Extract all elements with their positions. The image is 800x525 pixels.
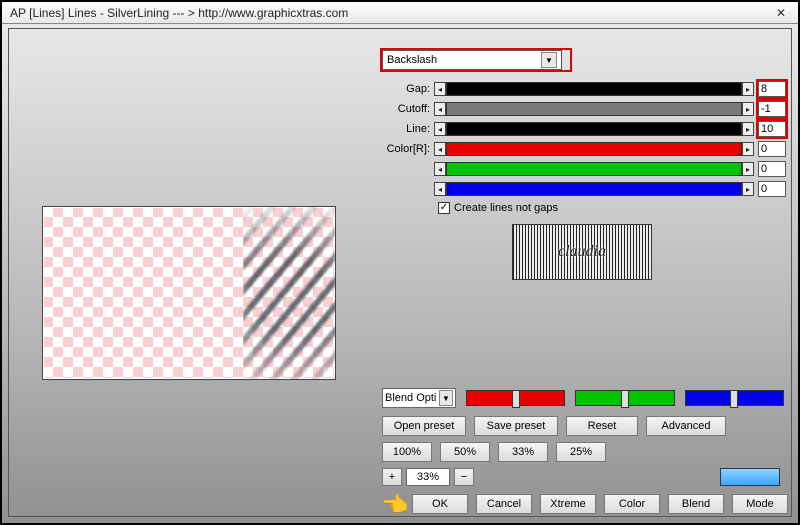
- cutoff-track[interactable]: [446, 102, 742, 116]
- client-area: Backslash ▼ Gap: ◂ ▸ 8 Cutoff: ◂ ▸ -1 Li…: [2, 24, 798, 523]
- color-swatch[interactable]: [720, 468, 780, 486]
- arrow-right-icon[interactable]: ▸: [742, 162, 754, 176]
- titlebar: AP [Lines] Lines - SilverLining --- > ht…: [2, 2, 798, 24]
- color-b-slider[interactable]: ◂ ▸: [434, 182, 754, 196]
- claudia-logo: claudia: [512, 224, 652, 280]
- slider-thumb[interactable]: [621, 390, 629, 408]
- arrow-left-icon[interactable]: ◂: [434, 102, 446, 116]
- line-type-dropdown[interactable]: Backslash ▼: [382, 50, 562, 70]
- close-icon: ✕: [776, 6, 786, 20]
- color-b-value[interactable]: 0: [758, 181, 786, 197]
- chevron-down-icon: ▼: [541, 52, 557, 68]
- gap-value[interactable]: 8: [758, 81, 786, 97]
- gap-label: Gap:: [382, 83, 434, 95]
- blend-option-dropdown[interactable]: Blend Opti ▼: [382, 388, 456, 408]
- zoom-100-button[interactable]: 100%: [382, 442, 432, 462]
- arrow-right-icon[interactable]: ▸: [742, 102, 754, 116]
- cutoff-value[interactable]: -1: [758, 101, 786, 117]
- line-slider[interactable]: ◂ ▸: [434, 122, 754, 136]
- advanced-button[interactable]: Advanced: [646, 416, 726, 436]
- blend-green-slider[interactable]: [575, 390, 674, 406]
- save-preset-button[interactable]: Save preset: [474, 416, 558, 436]
- arrow-right-icon[interactable]: ▸: [742, 82, 754, 96]
- cutoff-slider[interactable]: ◂ ▸: [434, 102, 754, 116]
- color-g-slider[interactable]: ◂ ▸: [434, 162, 754, 176]
- xtreme-button[interactable]: Xtreme: [540, 494, 596, 514]
- color-b-track[interactable]: [446, 182, 742, 196]
- slider-thumb[interactable]: [730, 390, 738, 408]
- color-r-slider[interactable]: ◂ ▸: [434, 142, 754, 156]
- zoom-value[interactable]: 33%: [406, 468, 450, 486]
- color-r-track[interactable]: [446, 142, 742, 156]
- window-title: AP [Lines] Lines - SilverLining --- > ht…: [10, 6, 348, 20]
- arrow-right-icon[interactable]: ▸: [742, 182, 754, 196]
- line-track[interactable]: [446, 122, 742, 136]
- zoom-50-button[interactable]: 50%: [440, 442, 490, 462]
- open-preset-button[interactable]: Open preset: [382, 416, 466, 436]
- color-button[interactable]: Color: [604, 494, 660, 514]
- line-type-value: Backslash: [387, 54, 437, 66]
- arrow-right-icon[interactable]: ▸: [742, 122, 754, 136]
- create-lines-label: Create lines not gaps: [454, 202, 558, 214]
- arrow-left-icon[interactable]: ◂: [434, 82, 446, 96]
- zoom-in-button[interactable]: +: [382, 468, 402, 486]
- preview-canvas: [42, 206, 336, 380]
- blend-red-slider[interactable]: [466, 390, 565, 406]
- gap-slider[interactable]: ◂ ▸: [434, 82, 754, 96]
- color-r-value[interactable]: 0: [758, 141, 786, 157]
- reset-button[interactable]: Reset: [566, 416, 638, 436]
- blend-button[interactable]: Blend: [668, 494, 724, 514]
- color-r-label: Color[R]:: [382, 143, 434, 155]
- zoom-33-button[interactable]: 33%: [498, 442, 548, 462]
- mode-button[interactable]: Mode: [732, 494, 788, 514]
- chevron-down-icon: ▼: [439, 390, 453, 406]
- arrow-left-icon[interactable]: ◂: [434, 122, 446, 136]
- line-label: Line:: [382, 123, 434, 135]
- arrow-left-icon[interactable]: ◂: [434, 162, 446, 176]
- cancel-button[interactable]: Cancel: [476, 494, 532, 514]
- zoom-25-button[interactable]: 25%: [556, 442, 606, 462]
- pointing-hand-icon: 👉: [382, 492, 409, 518]
- arrow-right-icon[interactable]: ▸: [742, 142, 754, 156]
- color-g-track[interactable]: [446, 162, 742, 176]
- zoom-out-button[interactable]: −: [454, 468, 474, 486]
- blend-blue-slider[interactable]: [685, 390, 784, 406]
- line-value[interactable]: 10: [758, 121, 786, 137]
- create-lines-checkbox[interactable]: ✓: [438, 202, 450, 214]
- cutoff-label: Cutoff:: [382, 103, 434, 115]
- arrow-left-icon[interactable]: ◂: [434, 182, 446, 196]
- close-button[interactable]: ✕: [768, 4, 794, 22]
- color-g-value[interactable]: 0: [758, 161, 786, 177]
- gap-track[interactable]: [446, 82, 742, 96]
- ok-button[interactable]: OK: [412, 494, 468, 514]
- slider-thumb[interactable]: [512, 390, 520, 408]
- arrow-left-icon[interactable]: ◂: [434, 142, 446, 156]
